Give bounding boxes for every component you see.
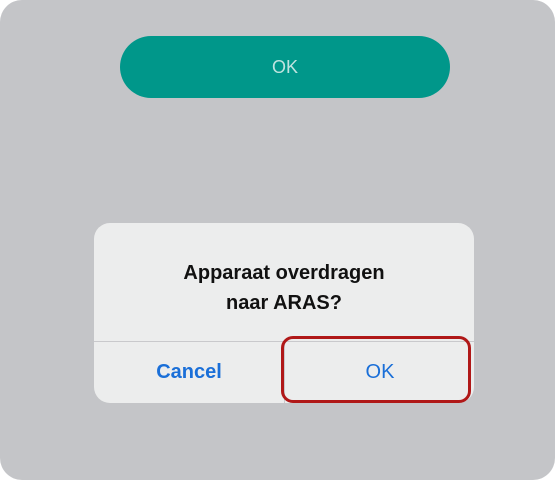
alert-ok-button[interactable]: OK [285, 342, 474, 403]
ok-button[interactable]: OK [120, 36, 450, 98]
alert-dialog: Apparaat overdragen naar ARAS? Cancel OK [94, 223, 474, 403]
alert-title-line-2: naar ARAS? [226, 292, 342, 314]
alert-title: Apparaat overdragen naar ARAS? [118, 258, 450, 318]
alert-cancel-button[interactable]: Cancel [94, 342, 284, 403]
screen: OK Apparaat overdragen naar ARAS? Cancel… [0, 0, 555, 482]
alert-title-line-1: Apparaat overdragen [183, 262, 385, 284]
